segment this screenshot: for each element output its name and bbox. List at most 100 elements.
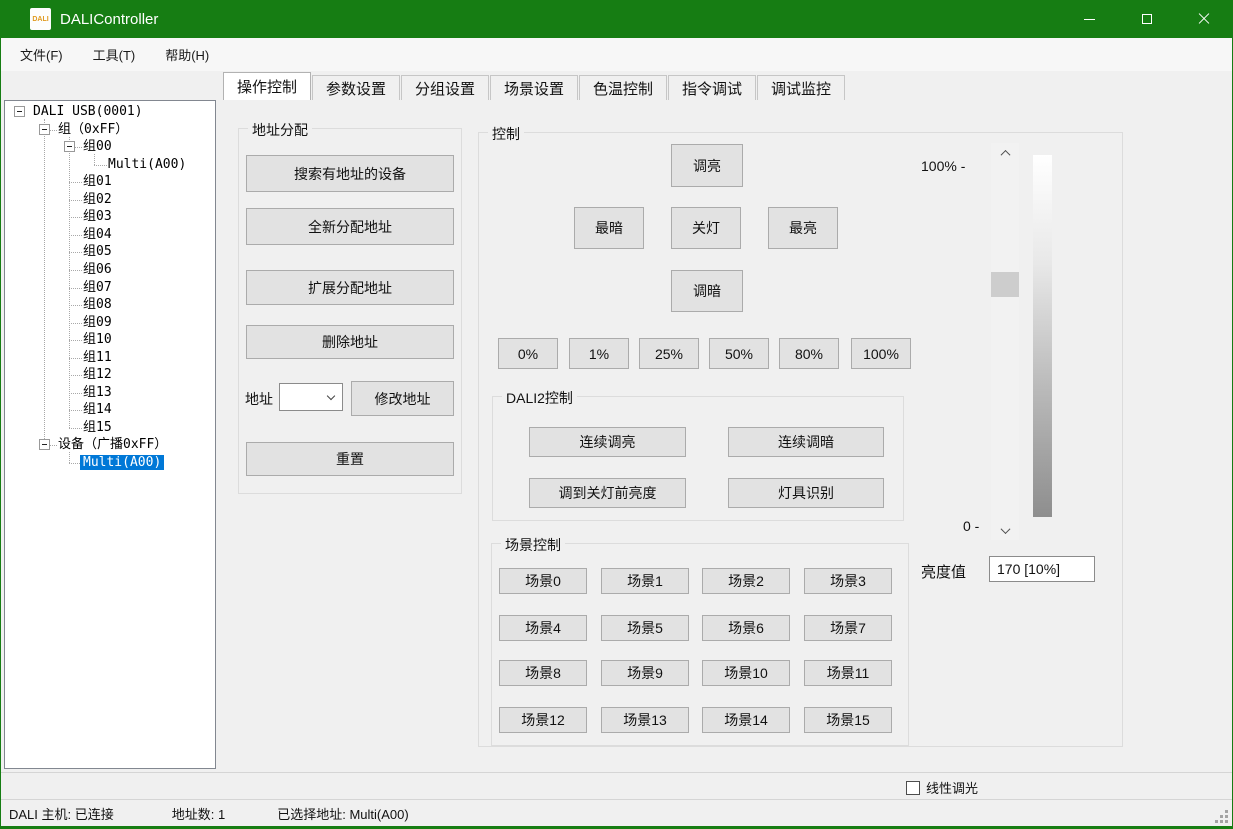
modify-address-button[interactable]: 修改地址 (351, 381, 454, 416)
tree-item-14[interactable]: 组11 (5, 349, 215, 367)
scene-button-12[interactable]: 场景12 (499, 707, 587, 733)
percent-button-100[interactable]: 100% (851, 338, 911, 369)
scene-button-3[interactable]: 场景3 (804, 568, 892, 594)
scene-button-15[interactable]: 场景15 (804, 707, 892, 733)
tree-item-8[interactable]: 组05 (5, 243, 215, 261)
tree-item-18[interactable]: 组15 (5, 419, 215, 437)
scene-button-13[interactable]: 场景13 (601, 707, 689, 733)
tree-item-19[interactable]: 设备（广播0xFF） (5, 436, 215, 454)
tree-item-label[interactable]: 组11 (80, 350, 115, 365)
tree-item-1[interactable]: 组（0xFF） (5, 121, 215, 139)
percent-button-80[interactable]: 80% (779, 338, 839, 369)
scene-button-6[interactable]: 场景6 (702, 615, 790, 641)
maximize-button[interactable] (1118, 0, 1175, 38)
tree-item-label[interactable]: 组05 (80, 244, 115, 259)
brightness-value-field[interactable]: 170 [10%] (989, 556, 1095, 582)
linear-dimming-checkbox[interactable] (906, 781, 920, 795)
tree-item-12[interactable]: 组09 (5, 314, 215, 332)
scroll-up-button[interactable] (991, 143, 1019, 163)
tab-2[interactable]: 分组设置 (401, 75, 489, 100)
tree-item-label[interactable]: 组15 (80, 420, 115, 435)
menu-item-1[interactable]: 工具(T) (78, 39, 151, 70)
tree-item-label[interactable]: 组07 (80, 280, 115, 295)
minimize-button[interactable] (1061, 0, 1118, 38)
tree-item-label[interactable]: 组06 (80, 262, 115, 277)
tree-item-label[interactable]: DALI USB(0001) (30, 104, 146, 119)
address-combobox[interactable] (279, 383, 343, 411)
scene-button-0[interactable]: 场景0 (499, 568, 587, 594)
tree-item-label[interactable]: 组08 (80, 297, 115, 312)
scrollbar-thumb[interactable] (991, 272, 1019, 297)
tree-item-label[interactable]: Multi(A00) (80, 455, 164, 470)
scene-button-1[interactable]: 场景1 (601, 568, 689, 594)
tree-item-4[interactable]: 组01 (5, 173, 215, 191)
tree-item-label[interactable]: 组04 (80, 227, 115, 242)
tree-item-5[interactable]: 组02 (5, 191, 215, 209)
continuous-dim-down-button[interactable]: 连续调暗 (728, 427, 884, 457)
percent-button-50[interactable]: 50% (709, 338, 769, 369)
tree-item-6[interactable]: 组03 (5, 208, 215, 226)
recall-last-level-button[interactable]: 调到关灯前亮度 (529, 478, 686, 508)
brightest-button[interactable]: 最亮 (768, 207, 838, 249)
tree-item-9[interactable]: 组06 (5, 261, 215, 279)
tree-item-7[interactable]: 组04 (5, 226, 215, 244)
tree-item-label[interactable]: 组02 (80, 192, 115, 207)
tree-item-17[interactable]: 组14 (5, 401, 215, 419)
tree-item-2[interactable]: 组00 (5, 138, 215, 156)
tree-item-label[interactable]: 设备（广播0xFF） (55, 437, 170, 452)
menu-item-0[interactable]: 文件(F) (5, 39, 78, 70)
scene-button-2[interactable]: 场景2 (702, 568, 790, 594)
tree-item-label[interactable]: 组（0xFF） (55, 122, 131, 137)
tree-item-label[interactable]: 组00 (80, 139, 115, 154)
tab-5[interactable]: 指令调试 (668, 75, 756, 100)
delete-address-button[interactable]: 删除地址 (246, 325, 454, 359)
tree-expander-minus[interactable] (39, 439, 50, 450)
menu-item-2[interactable]: 帮助(H) (150, 39, 224, 70)
tab-3[interactable]: 场景设置 (490, 75, 578, 100)
continuous-dim-up-button[interactable]: 连续调亮 (529, 427, 686, 457)
tree-item-3[interactable]: Multi(A00) (5, 156, 215, 174)
lamp-identify-button[interactable]: 灯具识别 (728, 478, 884, 508)
reset-button[interactable]: 重置 (246, 442, 454, 476)
close-button[interactable] (1175, 0, 1232, 38)
tree-item-15[interactable]: 组12 (5, 366, 215, 384)
tree-item-label[interactable]: 组03 (80, 209, 115, 224)
tree-item-label[interactable]: 组14 (80, 402, 115, 417)
scene-button-4[interactable]: 场景4 (499, 615, 587, 641)
tree-item-label[interactable]: 组12 (80, 367, 115, 382)
scroll-down-button[interactable] (991, 520, 1019, 540)
brightness-scrollbar[interactable] (991, 143, 1019, 540)
percent-button-25[interactable]: 25% (639, 338, 699, 369)
tree-item-label[interactable]: 组13 (80, 385, 115, 400)
tree-item-20[interactable]: Multi(A00) (5, 454, 215, 472)
tree-expander-minus[interactable] (64, 141, 75, 152)
dim-down-button[interactable]: 调暗 (671, 270, 743, 312)
scene-button-14[interactable]: 场景14 (702, 707, 790, 733)
scene-button-7[interactable]: 场景7 (804, 615, 892, 641)
tree-item-label[interactable]: Multi(A00) (105, 157, 189, 172)
lamp-off-button[interactable]: 关灯 (671, 207, 741, 249)
tab-4[interactable]: 色温控制 (579, 75, 667, 100)
extend-assign-address-button[interactable]: 扩展分配地址 (246, 270, 454, 305)
tree-item-10[interactable]: 组07 (5, 279, 215, 297)
scene-button-9[interactable]: 场景9 (601, 660, 689, 686)
tree-item-11[interactable]: 组08 (5, 296, 215, 314)
tree-item-13[interactable]: 组10 (5, 331, 215, 349)
scene-button-5[interactable]: 场景5 (601, 615, 689, 641)
darkest-button[interactable]: 最暗 (574, 207, 644, 249)
assign-new-address-button[interactable]: 全新分配地址 (246, 208, 454, 245)
tree-item-label[interactable]: 组01 (80, 174, 115, 189)
tree-item-label[interactable]: 组10 (80, 332, 115, 347)
tree-item-label[interactable]: 组09 (80, 315, 115, 330)
tree-item-16[interactable]: 组13 (5, 384, 215, 402)
tab-0[interactable]: 操作控制 (223, 72, 311, 100)
percent-button-1[interactable]: 1% (569, 338, 629, 369)
tab-6[interactable]: 调试监控 (757, 75, 845, 100)
percent-button-0[interactable]: 0% (498, 338, 558, 369)
resize-grip[interactable] (1225, 820, 1228, 823)
scene-button-11[interactable]: 场景11 (804, 660, 892, 686)
scene-button-10[interactable]: 场景10 (702, 660, 790, 686)
tab-1[interactable]: 参数设置 (312, 75, 400, 100)
dim-up-button[interactable]: 调亮 (671, 144, 743, 187)
tree-expander-minus[interactable] (39, 124, 50, 135)
